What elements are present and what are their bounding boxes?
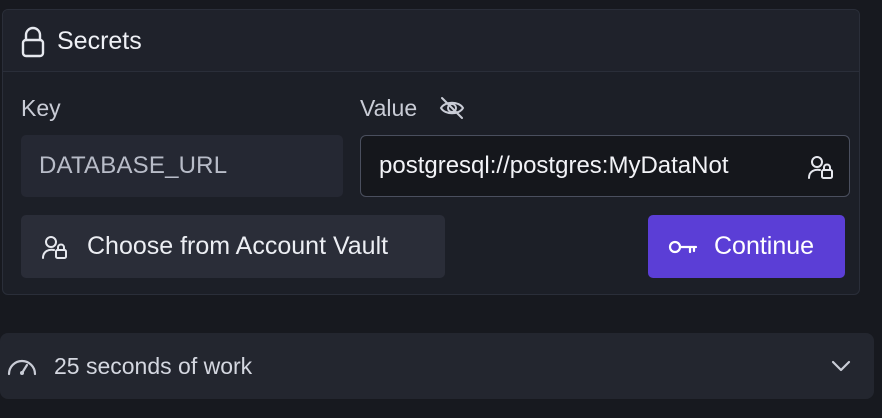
lock-icon <box>21 26 45 58</box>
user-lock-icon <box>41 233 69 261</box>
chevron-down-icon[interactable] <box>830 355 852 377</box>
vault-button-label: Choose from Account Vault <box>87 232 389 260</box>
key-icon <box>668 233 698 261</box>
value-label: Value <box>360 95 418 121</box>
secrets-card: Secrets Key Value DATABASE_URL postgresq… <box>2 9 860 295</box>
eye-off-icon[interactable] <box>438 94 466 122</box>
secrets-title: Secrets <box>57 27 142 55</box>
value-field-text: postgresql://postgres:MyDataNot <box>379 152 729 179</box>
gauge-icon <box>6 352 38 380</box>
secrets-header: Secrets <box>3 10 859 72</box>
choose-from-vault-button[interactable]: Choose from Account Vault <box>21 215 445 278</box>
key-field[interactable]: DATABASE_URL <box>21 135 343 197</box>
user-lock-icon[interactable] <box>807 153 835 181</box>
value-field[interactable]: postgresql://postgres:MyDataNot <box>360 135 850 197</box>
work-duration-label: 25 seconds of work <box>54 353 253 379</box>
continue-label: Continue <box>714 232 815 260</box>
continue-button[interactable]: Continue <box>648 215 845 278</box>
key-label: Key <box>21 95 61 121</box>
work-summary-bar[interactable]: 25 seconds of work <box>0 333 874 399</box>
